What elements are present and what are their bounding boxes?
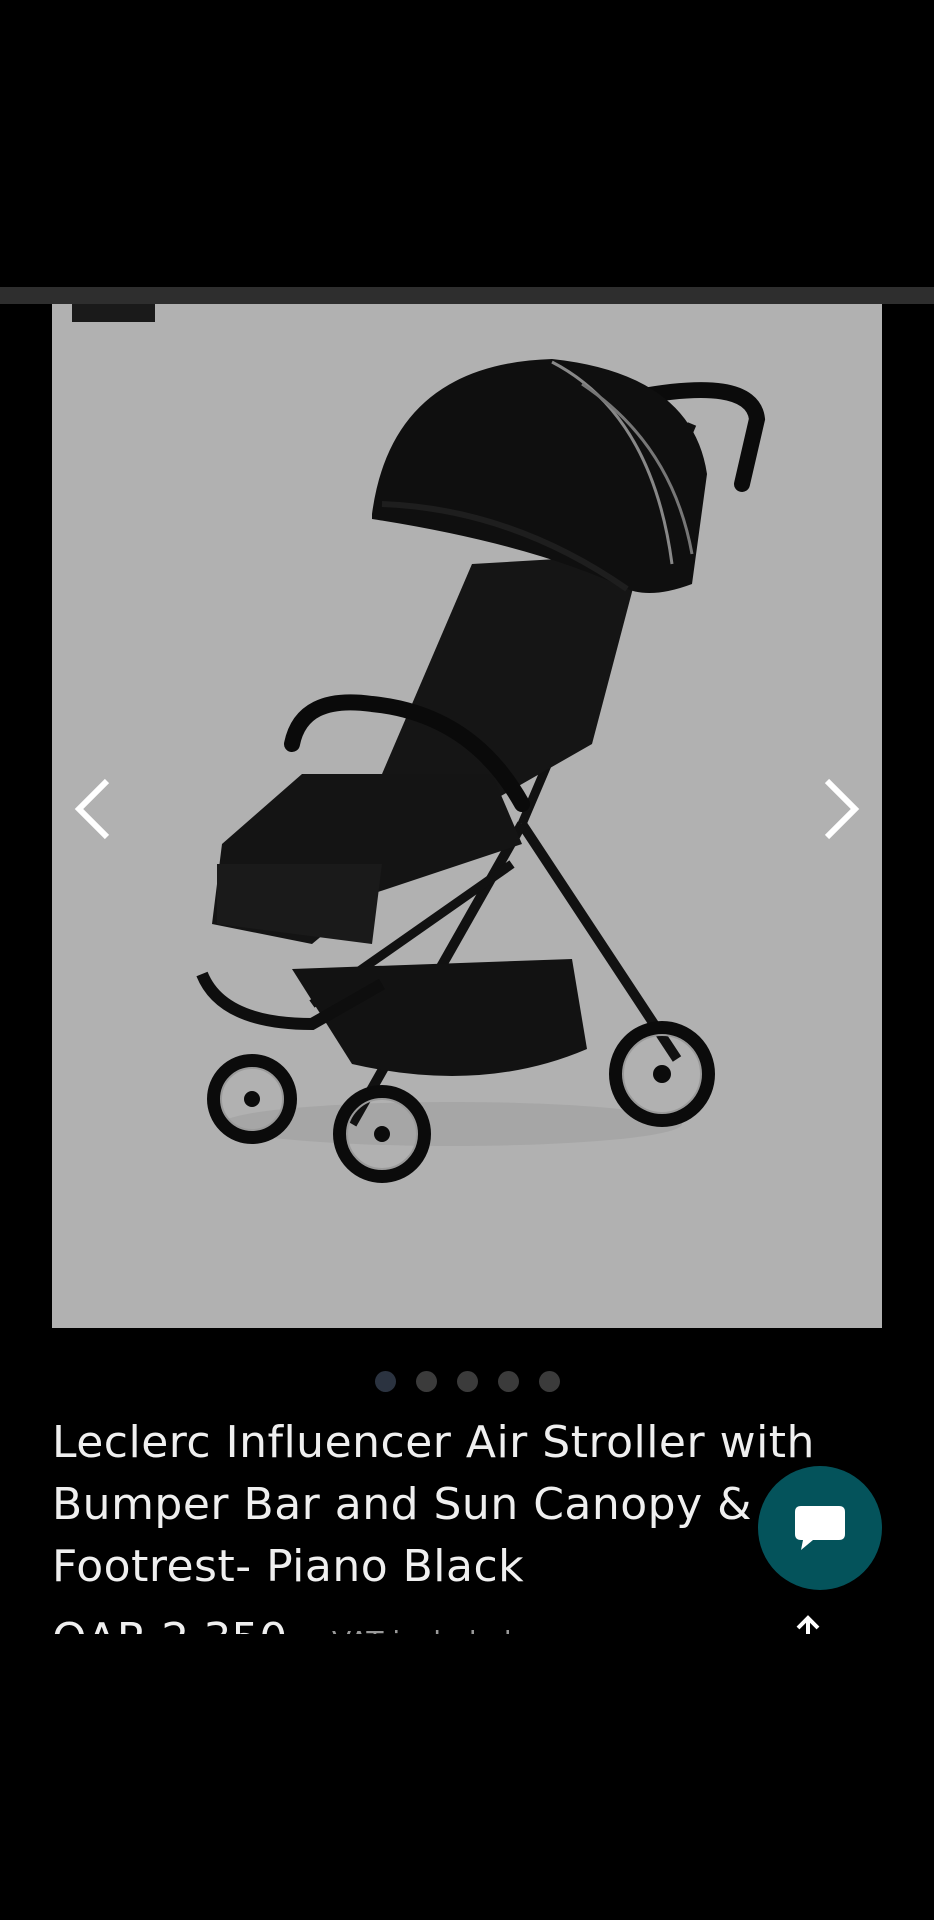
gallery-prev-button[interactable] <box>58 769 128 849</box>
price-row: QAR 2,350 VAT included <box>52 1612 882 1634</box>
price-note: VAT included <box>332 1622 512 1634</box>
gallery-dot-1[interactable] <box>374 1371 396 1392</box>
product-image <box>196 359 766 1183</box>
chat-button[interactable] <box>758 1466 882 1590</box>
product-price: QAR 2,350 <box>52 1612 287 1634</box>
gallery-dot-4[interactable] <box>497 1371 519 1392</box>
arrow-up-icon[interactable] <box>788 1612 828 1634</box>
page-overlay <box>0 1634 934 1920</box>
gallery-dot-3[interactable] <box>456 1371 478 1392</box>
gallery-pagination <box>0 1371 934 1393</box>
gallery-dot-5[interactable] <box>538 1371 560 1392</box>
product-tag <box>72 304 155 322</box>
chevron-left-icon <box>74 778 110 840</box>
gallery-dot-2[interactable] <box>415 1371 437 1392</box>
product-image-gallery[interactable] <box>52 304 882 1328</box>
chevron-right-icon <box>824 778 860 840</box>
header-divider <box>0 287 934 304</box>
gallery-next-button[interactable] <box>806 769 876 849</box>
product-title: Leclerc Influencer Air Stroller with Bum… <box>52 1417 815 1592</box>
chat-bubble-icon <box>795 1506 845 1550</box>
